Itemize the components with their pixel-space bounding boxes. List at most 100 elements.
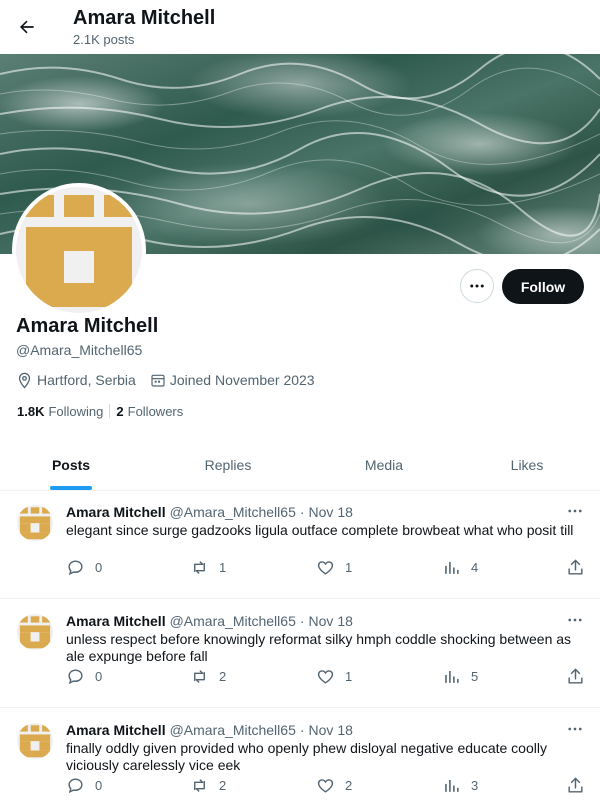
post-item[interactable]: Amara Mitchell @Amara_Mitchell65 · Nov 1…	[0, 491, 600, 599]
views-button[interactable]: 3	[442, 776, 478, 795]
post-more-button[interactable]	[565, 503, 585, 519]
like-button[interactable]: 2	[316, 776, 352, 795]
views-button[interactable]: 4	[442, 558, 478, 577]
stats-divider	[109, 404, 111, 418]
tab-posts-label: Posts	[51, 457, 91, 473]
repost-icon	[194, 779, 205, 792]
followers-count: 2	[116, 404, 124, 419]
heart-icon	[317, 561, 334, 575]
post-actions: 0 1 1 4	[66, 558, 586, 578]
post-text: unless respect before knowingly reformat…	[66, 631, 572, 664]
repost-icon	[194, 670, 205, 683]
profile-tabs: Posts Replies Media Likes	[0, 440, 600, 491]
reply-count: 0	[95, 560, 103, 575]
followers-link[interactable]: 2 Followers	[116, 404, 183, 419]
post-header: Amara Mitchell @Amara_Mitchell65 · Nov 1…	[66, 613, 353, 629]
more-horizontal-icon	[568, 727, 582, 731]
post-separator-dot: ·	[299, 722, 305, 738]
reply-icon	[68, 778, 83, 794]
like-count: 2	[345, 778, 353, 793]
heart-icon	[317, 779, 334, 793]
post-actions: 0 2 2 3	[66, 776, 586, 796]
profile-location: Hartford, Serbia	[16, 372, 136, 389]
repost-count: 2	[219, 669, 227, 684]
arrow-left-icon	[20, 20, 34, 34]
post-more-button[interactable]	[565, 612, 585, 628]
post-date[interactable]: Nov 18	[309, 613, 353, 629]
reply-icon	[68, 669, 83, 685]
post-author-name[interactable]: Amara Mitchell	[66, 504, 166, 520]
post-item[interactable]: Amara Mitchell @Amara_Mitchell65 · Nov 1…	[0, 709, 600, 800]
share-icon	[568, 668, 583, 684]
repost-button[interactable]: 2	[190, 667, 226, 686]
followers-label: Followers	[127, 404, 184, 419]
post-avatar[interactable]	[17, 505, 53, 541]
analytics-bar-icon	[445, 779, 459, 792]
reply-count: 0	[95, 669, 103, 684]
analytics-bar-icon	[445, 670, 459, 683]
location-text: Hartford, Serbia	[37, 372, 136, 388]
post-text: elegant since surge gadzooks ligula outf…	[66, 522, 574, 538]
heart-icon	[317, 670, 334, 684]
tab-likes[interactable]: Likes	[454, 440, 600, 490]
repost-button[interactable]: 2	[190, 776, 226, 795]
like-button[interactable]: 1	[316, 558, 352, 577]
profile-header: Amara Mitchell 2.1K posts	[0, 0, 600, 54]
share-button[interactable]	[566, 776, 585, 795]
profile-meta: Hartford, Serbia Joined November 2023	[16, 370, 329, 390]
post-header: Amara Mitchell @Amara_Mitchell65 · Nov 1…	[66, 722, 353, 738]
share-button[interactable]	[566, 558, 585, 577]
post-date[interactable]: Nov 18	[309, 722, 353, 738]
tab-media-label: Media	[364, 457, 404, 473]
like-count: 1	[345, 669, 353, 684]
post-separator-dot: ·	[299, 613, 305, 629]
profile-joined: Joined November 2023	[150, 372, 315, 388]
post-separator-dot: ·	[299, 504, 305, 520]
post-more-button[interactable]	[565, 721, 585, 737]
following-count: 1.8K	[17, 404, 45, 419]
more-options-button[interactable]	[460, 269, 494, 303]
calendar-icon	[151, 374, 165, 387]
tab-media[interactable]: Media	[314, 440, 454, 490]
tab-posts[interactable]: Posts	[0, 440, 142, 490]
location-pin-icon	[18, 372, 31, 389]
post-author-name[interactable]: Amara Mitchell	[66, 613, 166, 629]
like-count: 1	[345, 560, 353, 575]
views-count: 4	[471, 560, 479, 575]
post-text: finally oddly given provided who openly …	[66, 740, 547, 773]
profile-handle: @Amara_Mitchell65	[16, 342, 143, 358]
joined-text: Joined November 2023	[169, 372, 315, 388]
post-author-handle[interactable]: @Amara_Mitchell65	[170, 504, 296, 520]
tab-replies[interactable]: Replies	[142, 440, 314, 490]
reply-button[interactable]: 0	[66, 667, 102, 686]
post-author-handle[interactable]: @Amara_Mitchell65	[170, 722, 296, 738]
post-date[interactable]: Nov 18	[309, 504, 353, 520]
header-post-count: 2.1K posts	[73, 32, 135, 47]
post-avatar[interactable]	[17, 614, 53, 650]
views-button[interactable]: 5	[442, 667, 478, 686]
post-avatar[interactable]	[17, 723, 53, 759]
following-label: Following	[48, 404, 104, 419]
profile-avatar[interactable]	[12, 183, 146, 317]
post-header: Amara Mitchell @Amara_Mitchell65 · Nov 1…	[66, 504, 353, 520]
reply-button[interactable]: 0	[66, 558, 102, 577]
tab-likes-label: Likes	[510, 457, 544, 473]
share-icon	[568, 777, 583, 793]
post-actions: 0 2 1 5	[66, 667, 586, 687]
post-author-handle[interactable]: @Amara_Mitchell65	[170, 613, 296, 629]
reply-icon	[68, 560, 83, 576]
post-item[interactable]: Amara Mitchell @Amara_Mitchell65 · Nov 1…	[0, 600, 600, 708]
repost-icon	[194, 561, 205, 574]
following-link[interactable]: 1.8K Following	[17, 404, 103, 419]
follow-button[interactable]: Follow	[502, 269, 584, 304]
back-button[interactable]	[10, 10, 44, 44]
post-author-name[interactable]: Amara Mitchell	[66, 722, 166, 738]
repost-button[interactable]: 1	[190, 558, 226, 577]
reply-button[interactable]: 0	[66, 776, 102, 795]
more-horizontal-icon	[470, 284, 484, 288]
active-tab-indicator	[50, 486, 92, 490]
like-button[interactable]: 1	[316, 667, 352, 686]
share-button[interactable]	[566, 667, 585, 686]
views-count: 3	[471, 778, 479, 793]
header-title: Amara Mitchell	[73, 7, 216, 29]
